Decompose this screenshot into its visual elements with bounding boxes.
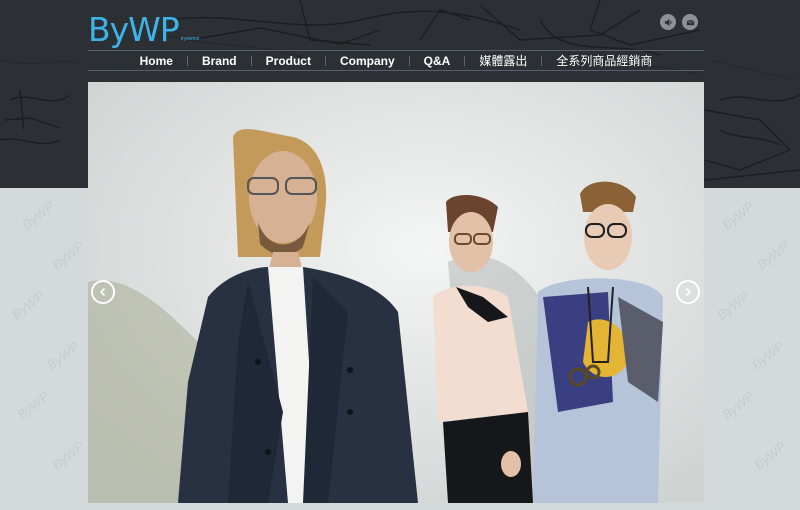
nav-product[interactable]: Product [252, 54, 325, 68]
main-nav: Home Brand Product Company Q&A 媒體露出 全系列商… [88, 50, 704, 71]
watermark: ByWP [719, 198, 757, 233]
nav-home[interactable]: Home [126, 54, 187, 68]
hero-photo [88, 82, 704, 503]
watermark: ByWP [719, 388, 757, 423]
nav-media[interactable]: 媒體露出 [465, 52, 541, 69]
watermark: ByWP [9, 288, 47, 323]
watermark: ByWP [49, 438, 87, 473]
logo-suffix: eyewear [180, 36, 200, 42]
hero-slide [88, 82, 704, 503]
nav-qa[interactable]: Q&A [410, 54, 465, 68]
nav-company[interactable]: Company [326, 54, 409, 68]
watermark: ByWP [49, 238, 87, 273]
watermark: ByWP [754, 238, 792, 273]
watermark: ByWP [714, 288, 752, 323]
nav-dealers[interactable]: 全系列商品經銷商 [542, 52, 666, 69]
watermark: ByWP [14, 388, 52, 423]
chevron-left-icon [99, 287, 106, 297]
social-links [660, 14, 698, 30]
brand-logo[interactable]: ByWP eyewear [88, 6, 200, 46]
watermark: ByWP [44, 338, 82, 373]
watermark: ByWP [751, 438, 789, 473]
next-slide-button[interactable] [676, 280, 700, 304]
chevron-right-icon [685, 287, 692, 297]
nav-brand[interactable]: Brand [188, 54, 251, 68]
watermark: ByWP [749, 338, 787, 373]
watermark: ByWP [19, 198, 57, 233]
speaker-icon[interactable] [660, 14, 676, 30]
logo-text: ByWP [88, 10, 180, 49]
prev-slide-button[interactable] [91, 280, 115, 304]
mail-icon[interactable] [682, 14, 698, 30]
